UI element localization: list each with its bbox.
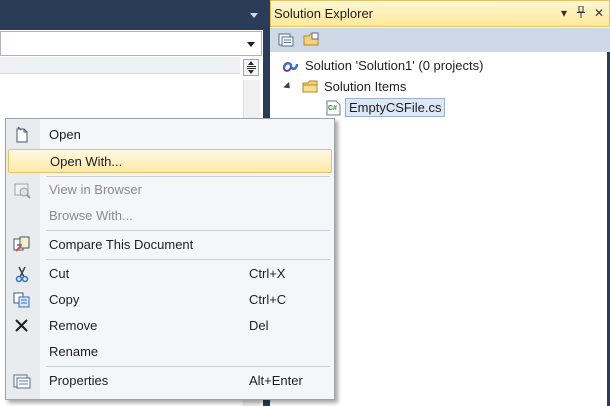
menu-item-shortcut: Del bbox=[249, 318, 269, 333]
tree-label-solution-items: Solution Items bbox=[324, 79, 407, 94]
solution-explorer-toolbar bbox=[270, 28, 610, 52]
open-file-icon bbox=[13, 126, 31, 144]
copy-icon bbox=[13, 291, 31, 309]
menu-item-label: Browse With... bbox=[49, 208, 133, 223]
menu-item-copy[interactable]: Copy Ctrl+C bbox=[8, 288, 332, 312]
editor-navigation-combo[interactable] bbox=[0, 31, 262, 56]
menu-item-shortcut: Ctrl+C bbox=[249, 292, 287, 307]
folder-icon bbox=[302, 79, 319, 95]
tree-label-file: EmptyCSFile.cs bbox=[345, 98, 446, 117]
split-window-button[interactable] bbox=[243, 59, 259, 76]
menu-item-cut[interactable]: Cut Ctrl+X bbox=[8, 262, 332, 286]
chevron-down-icon[interactable] bbox=[247, 42, 255, 47]
tree-node-solution[interactable]: Solution 'Solution1' (0 projects) bbox=[282, 56, 602, 76]
menu-item-label: Open bbox=[49, 127, 81, 142]
menu-separator bbox=[46, 230, 330, 231]
menu-item-compare-document[interactable]: Compare This Document bbox=[8, 233, 332, 257]
svg-text:C#: C# bbox=[328, 105, 337, 112]
tree-node-solution-items[interactable]: Solution Items bbox=[282, 77, 602, 97]
panel-title: Solution Explorer bbox=[274, 6, 373, 21]
panel-dropdown-icon[interactable]: ▾ bbox=[557, 6, 571, 20]
close-icon[interactable]: ✕ bbox=[592, 6, 606, 20]
splitter-line bbox=[247, 68, 256, 69]
tab-dropdown-icon[interactable] bbox=[250, 13, 258, 18]
menu-item-open[interactable]: Open bbox=[8, 123, 332, 147]
menu-item-label: Open With... bbox=[50, 154, 123, 169]
tree-node-file[interactable]: C# EmptyCSFile.cs bbox=[325, 98, 515, 118]
editor-header-bar bbox=[0, 57, 240, 74]
menu-separator bbox=[46, 176, 330, 177]
solution-explorer-titlebar: Solution Explorer ▾ ✕ bbox=[270, 0, 610, 27]
menu-item-label: View in Browser bbox=[49, 182, 142, 197]
arrow-up-icon bbox=[248, 61, 254, 65]
tree-label-solution: Solution 'Solution1' (0 projects) bbox=[305, 58, 484, 73]
menu-item-shortcut: Ctrl+X bbox=[249, 266, 286, 281]
expand-collapse-icon[interactable] bbox=[283, 81, 293, 92]
menu-item-label: Copy bbox=[49, 292, 80, 307]
menu-item-properties[interactable]: Properties Alt+Enter bbox=[8, 369, 332, 393]
solution-icon bbox=[282, 58, 299, 74]
menu-item-browse-with[interactable]: Browse With... bbox=[8, 204, 332, 228]
menu-item-label: Rename bbox=[49, 344, 99, 359]
show-all-files-icon[interactable] bbox=[303, 32, 319, 47]
menu-item-label: Remove bbox=[49, 318, 98, 333]
menu-item-label: Properties bbox=[49, 373, 109, 388]
menu-separator bbox=[46, 259, 330, 260]
menu-item-open-with[interactable]: Open With... bbox=[8, 149, 332, 173]
view-in-browser-icon bbox=[13, 181, 31, 199]
menu-item-label: Cut bbox=[49, 266, 70, 281]
pin-icon[interactable] bbox=[574, 5, 588, 21]
properties-icon bbox=[13, 372, 31, 390]
properties-icon[interactable] bbox=[278, 32, 294, 47]
editor-tab-strip bbox=[0, 0, 264, 30]
menu-item-label: Compare This Document bbox=[49, 237, 194, 252]
scissors-icon bbox=[13, 265, 31, 283]
splitter-line bbox=[247, 66, 256, 67]
menu-item-shortcut: Alt+Enter bbox=[249, 373, 303, 388]
arrow-down-icon bbox=[248, 70, 254, 74]
remove-x-icon bbox=[13, 317, 31, 335]
menu-separator bbox=[46, 366, 330, 367]
menu-item-rename[interactable]: Rename bbox=[8, 340, 332, 364]
compare-icon bbox=[13, 236, 31, 254]
menu-item-remove[interactable]: Remove Del bbox=[8, 314, 332, 338]
csharp-file-icon: C# bbox=[325, 100, 342, 116]
menu-item-view-in-browser[interactable]: View in Browser bbox=[8, 178, 332, 202]
context-menu: Open Open With... View in Browser Browse… bbox=[5, 118, 335, 400]
